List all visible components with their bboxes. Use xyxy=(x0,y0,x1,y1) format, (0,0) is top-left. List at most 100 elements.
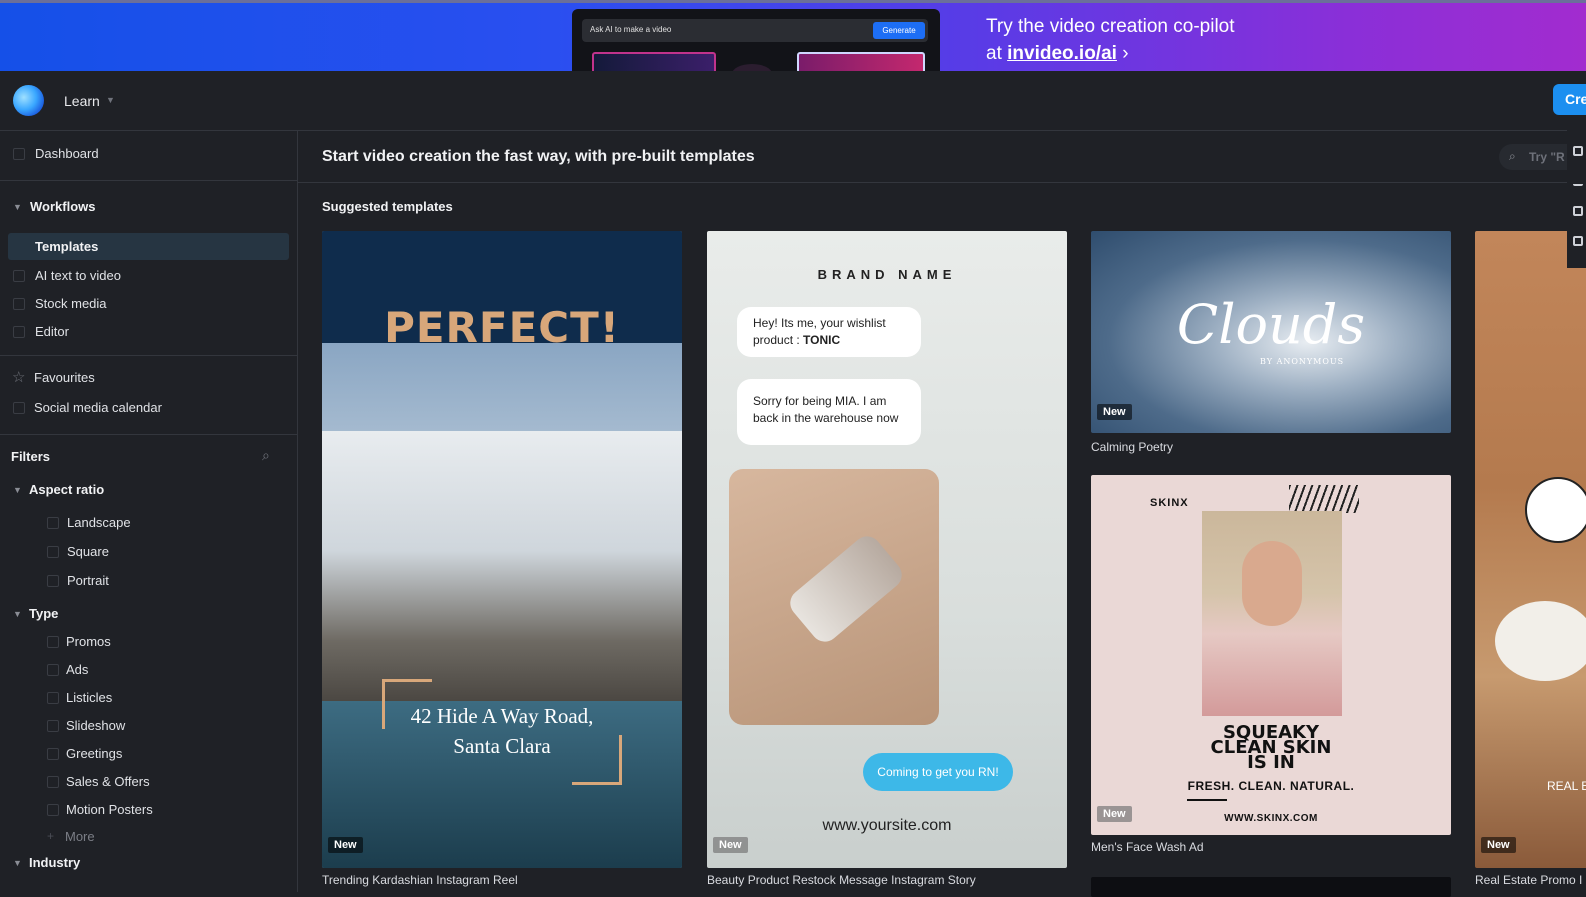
grid-icon xyxy=(13,148,25,160)
website-text: www.yoursite.com xyxy=(822,817,952,834)
banner-chevron-icon: › xyxy=(1116,43,1129,64)
coffee-cup-image xyxy=(1495,601,1586,681)
address-line1: 42 Hide A Way Road, xyxy=(410,704,594,728)
checkbox[interactable] xyxy=(47,692,59,704)
card-headline: SQUEAKY CLEAN SKIN IS IN xyxy=(1091,724,1451,772)
caret-down-icon: ▼ xyxy=(13,858,22,868)
new-badge: New xyxy=(1097,404,1132,420)
banner-top-line xyxy=(0,0,1586,3)
filter-option-label: Landscape xyxy=(67,515,131,530)
calendar-icon xyxy=(13,402,25,414)
search-icon: ⌕ xyxy=(1509,149,1516,163)
more-label: More xyxy=(65,829,95,844)
banner-line1: Try the video creation co-pilot xyxy=(986,16,1235,37)
cta-bubble: Coming to get you RN! xyxy=(863,753,1013,791)
template-card-kardashian-reel[interactable]: PERFECT! 42 Hide A Way Road, Santa Clara… xyxy=(322,231,682,868)
checkbox[interactable] xyxy=(47,575,59,587)
sidebar-item-label: Editor xyxy=(35,324,69,339)
banner-thumbnail xyxy=(732,64,772,71)
banner-copy: Try the video creation co-pilot at invid… xyxy=(986,13,1235,67)
banner-ask-placeholder: Ask AI to make a video xyxy=(590,25,672,34)
card-caption[interactable]: Beauty Product Restock Message Instagram… xyxy=(707,873,976,887)
section-label: Industry xyxy=(29,855,81,870)
banner-link[interactable]: invideo.io/ai xyxy=(1007,43,1117,64)
page-title: Start video creation the fast way, with … xyxy=(322,148,755,165)
document-icon xyxy=(13,270,25,282)
invideo-logo-icon[interactable] xyxy=(13,85,44,116)
new-badge: New xyxy=(713,837,748,853)
brand-name: BRAND NAME xyxy=(817,267,957,282)
media-icon[interactable] xyxy=(1573,236,1583,246)
search-placeholder: Try "R xyxy=(1529,150,1565,164)
template-card-partial[interactable] xyxy=(1091,877,1451,897)
filter-option-label: Promos xyxy=(66,634,111,649)
chat-bubble: Hey! Its me, your wishlist product : TON… xyxy=(737,307,921,357)
template-card-calming-poetry[interactable]: Clouds BY ANONYMOUS New xyxy=(1091,231,1451,433)
section-title: Suggested templates xyxy=(322,199,453,214)
template-card-real-estate[interactable]: REAL E New xyxy=(1475,231,1586,868)
product-image xyxy=(729,469,939,725)
filter-option-label: Listicles xyxy=(66,690,113,705)
divider xyxy=(0,180,297,181)
house-image xyxy=(322,431,682,731)
add-icon[interactable] xyxy=(1573,146,1583,156)
text-icon[interactable] xyxy=(1573,176,1583,186)
filter-option-label: Greetings xyxy=(66,746,123,761)
chevron-down-icon[interactable]: ▼ xyxy=(106,95,115,105)
sidebar-item-label: Favourites xyxy=(34,370,95,385)
learn-menu[interactable]: Learn xyxy=(64,93,100,109)
create-button[interactable]: Cre xyxy=(1553,84,1586,115)
card-overlay-text: REAL E xyxy=(1547,779,1586,793)
top-header: Learn ▼ Cre xyxy=(0,71,1586,131)
promo-banner[interactable]: Ask AI to make a video Generate Try the … xyxy=(0,0,1586,71)
card-caption[interactable]: Trending Kardashian Instagram Reel xyxy=(322,873,518,887)
checkbox[interactable] xyxy=(47,748,59,760)
chat-bubble: Sorry for being MIA. I am back in the wa… xyxy=(737,379,921,445)
filter-option-label: Slideshow xyxy=(66,718,126,733)
new-badge: New xyxy=(1097,806,1132,822)
card-address: 42 Hide A Way Road, Santa Clara xyxy=(322,701,682,761)
plus-icon: + xyxy=(47,829,55,843)
sidebar-item-label: Dashboard xyxy=(35,146,99,161)
card-tagline: FRESH. CLEAN. NATURAL. xyxy=(1187,779,1355,793)
checkbox[interactable] xyxy=(47,776,59,788)
filters-label: Filters xyxy=(11,449,51,464)
banner-thumbnail xyxy=(592,52,716,71)
section-label: Workflows xyxy=(30,199,96,214)
template-card-beauty-restock[interactable]: BRAND NAME Hey! Its me, your wishlist pr… xyxy=(707,231,1067,868)
editor-icon xyxy=(13,326,25,338)
card-caption[interactable]: Calming Poetry xyxy=(1091,440,1173,454)
divider xyxy=(0,434,297,435)
banner-line2-prefix: at xyxy=(986,43,1008,64)
checkbox[interactable] xyxy=(47,804,59,816)
search-icon[interactable]: ⌕ xyxy=(262,447,270,464)
card-caption[interactable]: Real Estate Promo I xyxy=(1475,873,1582,887)
new-badge: New xyxy=(328,837,363,853)
template-card-mens-face-wash[interactable]: SKINX SQUEAKY CLEAN SKIN IS IN FRESH. CL… xyxy=(1091,475,1451,835)
website-text: WWW.SKINX.COM xyxy=(1224,813,1318,824)
banner-thumbnail xyxy=(797,52,925,71)
address-line2: Santa Clara xyxy=(453,734,551,758)
divider xyxy=(298,182,1586,183)
sidebar: Dashboard ▼ Workflows Templates AI text … xyxy=(0,131,298,892)
avatar-illustration xyxy=(1525,477,1586,543)
checkbox[interactable] xyxy=(47,517,59,529)
decorative-lines xyxy=(1289,485,1359,513)
checkbox[interactable] xyxy=(47,664,59,676)
caret-down-icon: ▼ xyxy=(13,609,22,619)
bubble-bold-text: TONIC xyxy=(803,333,841,347)
calendar-icon[interactable] xyxy=(1573,206,1583,216)
image-icon xyxy=(13,298,25,310)
filter-option-label: Ads xyxy=(66,662,89,677)
checkbox[interactable] xyxy=(47,720,59,732)
card-caption[interactable]: Men's Face Wash Ad xyxy=(1091,840,1204,854)
section-label: Aspect ratio xyxy=(29,482,105,497)
divider xyxy=(0,355,297,356)
filter-option-label: Square xyxy=(67,544,109,559)
right-toolbar xyxy=(1567,128,1586,268)
checkbox[interactable] xyxy=(47,546,59,558)
card-title: Clouds xyxy=(1176,293,1366,356)
section-label: Type xyxy=(29,606,59,621)
star-icon: ☆ xyxy=(12,369,26,386)
checkbox[interactable] xyxy=(47,636,59,648)
